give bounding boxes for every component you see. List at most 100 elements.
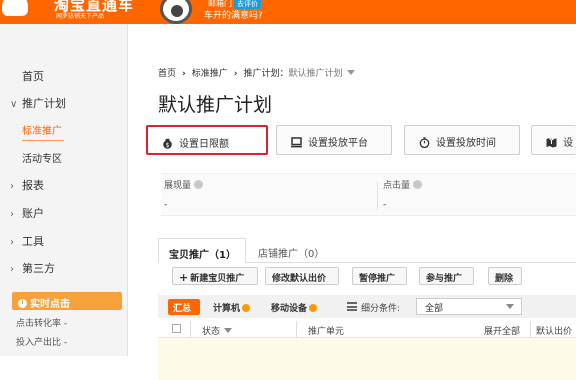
click-conversion-rate: 点击转化率 - bbox=[16, 319, 68, 329]
chevron-right-icon: › bbox=[233, 69, 238, 79]
computer-tab[interactable]: 计算机 bbox=[208, 299, 264, 315]
map-icon bbox=[546, 137, 557, 148]
roi-row: 投入产出比 - bbox=[16, 338, 68, 348]
button-label: 设 bbox=[563, 138, 573, 149]
sidebar-item-home[interactable]: 首页 bbox=[10, 68, 44, 84]
info-dot-icon bbox=[242, 304, 251, 312]
set-time-button[interactable]: 设置投放时间 bbox=[404, 125, 520, 155]
realtime-title: 实时点击 bbox=[30, 299, 70, 310]
segment-label: 计算机 bbox=[213, 304, 241, 314]
button-label: 设置投放平台 bbox=[308, 138, 368, 149]
clicks-value: - bbox=[383, 200, 387, 210]
help-icon[interactable] bbox=[413, 180, 423, 189]
monitor-icon bbox=[291, 137, 302, 148]
sidebar-item-standard-promo[interactable]: 标准推广 bbox=[22, 122, 62, 137]
impressions-value: - bbox=[164, 200, 168, 210]
breadcrumb-plan-name[interactable]: 默认推广计划 bbox=[288, 69, 342, 79]
clock-icon bbox=[18, 299, 27, 308]
money-bag-icon: $ bbox=[163, 138, 172, 149]
divider bbox=[377, 182, 378, 210]
chevron-down-icon[interactable] bbox=[346, 70, 355, 75]
sidebar-item-label: 推广计划 bbox=[22, 97, 66, 110]
sidebar-item-tools[interactable]: › 工具 bbox=[10, 233, 44, 249]
sidebar-item-label: 账户 bbox=[22, 207, 44, 220]
chevron-right-icon: › bbox=[182, 69, 186, 79]
clicks-label: 点击量 bbox=[383, 181, 411, 191]
join-promo-button[interactable]: 参与推广 bbox=[419, 267, 474, 285]
main-content: 首页 › 标准推广 › 推广计划：默认推广计划 默认推广计划 $ 设置日限额 设置投放平台… bbox=[128, 24, 576, 380]
svg-text:$: $ bbox=[166, 142, 170, 149]
chevron-down-icon: ∨ bbox=[10, 99, 18, 110]
edit-default-bid-button[interactable]: 修改默认出价 bbox=[265, 267, 339, 285]
chevron-right-icon: › bbox=[10, 264, 14, 275]
column-label: 状态 bbox=[202, 327, 221, 337]
button-label: 新建宝贝推广 bbox=[190, 274, 245, 284]
impressions-stat: 展现量 - bbox=[164, 178, 204, 210]
sidebar-item-label: 工具 bbox=[22, 235, 44, 248]
sidebar-item-activity-zone[interactable]: 活动专区 bbox=[22, 150, 62, 165]
chevron-right-icon: › bbox=[10, 181, 14, 192]
mobile-tab[interactable]: 移动设备 bbox=[266, 299, 334, 315]
table-body bbox=[158, 338, 576, 380]
chevron-right-icon: › bbox=[10, 209, 14, 220]
sidebar: 首页 ∨ 推广计划 标准推广 活动专区 › 报表 › 账户 › 工具 › 第三方 实时点击… bbox=[0, 24, 128, 356]
sidebar-item-third-party[interactable]: › 第三方 bbox=[10, 260, 55, 276]
summary-tab[interactable]: 汇总 bbox=[168, 299, 200, 315]
default-bid-column-header: 默认出价 bbox=[536, 327, 573, 337]
new-product-promo-button[interactable]: + 新建宝贝推广 bbox=[172, 267, 258, 285]
help-icon[interactable] bbox=[194, 180, 204, 189]
promo-question[interactable]: 车开的满意吗? bbox=[204, 8, 263, 21]
sidebar-item-label: 标准推广 bbox=[22, 126, 62, 137]
select-value: 全部 bbox=[425, 304, 444, 314]
chevron-down-icon bbox=[506, 304, 514, 309]
chevron-right-icon: › bbox=[10, 237, 14, 248]
logo-icon bbox=[2, 0, 28, 16]
sidebar-item-label: 第三方 bbox=[22, 262, 55, 275]
clicks-stat: 点击量 - bbox=[383, 178, 423, 210]
plus-icon: + bbox=[179, 271, 189, 284]
set-region-button[interactable]: 设 bbox=[531, 125, 576, 155]
divider bbox=[190, 321, 191, 337]
list-icon bbox=[347, 302, 357, 311]
sidebar-item-label: 活动专区 bbox=[22, 154, 62, 165]
table-header: 状态 推广单元 展开全部 默认出价 bbox=[158, 320, 576, 338]
select-all-checkbox[interactable] bbox=[172, 324, 181, 333]
set-platform-button[interactable]: 设置投放平台 bbox=[276, 125, 392, 155]
mascot-icon[interactable] bbox=[160, 0, 192, 24]
unit-column-header: 推广单元 bbox=[308, 327, 345, 337]
stopwatch-icon bbox=[419, 137, 430, 148]
pause-promo-button[interactable]: 暂停推广 bbox=[352, 267, 407, 285]
filter-condition-label: 细分条件: bbox=[361, 304, 401, 314]
active-underline bbox=[22, 140, 64, 141]
tab-product-promo[interactable]: 宝贝推广（1） bbox=[158, 238, 246, 263]
top-banner: 淘宝直通车 网罗热销天下产品 邮箱门 去评价 车开的满意吗? bbox=[0, 0, 576, 24]
segment-label: 移动设备 bbox=[271, 304, 308, 314]
sidebar-item-label: 首页 bbox=[22, 70, 44, 83]
breadcrumb-home[interactable]: 首页 bbox=[158, 69, 176, 79]
set-daily-limit-button[interactable]: $ 设置日限额 bbox=[146, 125, 268, 155]
breadcrumb: 首页 › 标准推广 › 推广计划：默认推广计划 bbox=[158, 66, 355, 79]
stats-panel: 展现量 - 点击量 - bbox=[161, 173, 576, 216]
chevron-down-icon bbox=[224, 328, 233, 333]
divider bbox=[530, 321, 531, 337]
status-column-header[interactable]: 状态 bbox=[202, 324, 233, 337]
realtime-clicks-header[interactable]: 实时点击 bbox=[12, 292, 122, 310]
condition-select[interactable]: 全部 bbox=[416, 298, 522, 315]
breadcrumb-standard-promo[interactable]: 标准推广 bbox=[192, 69, 228, 79]
promo-text: 邮箱门 bbox=[208, 0, 232, 8]
sidebar-item-reports[interactable]: › 报表 bbox=[10, 177, 44, 193]
page-title: 默认推广计划 bbox=[158, 94, 273, 116]
button-label: 设置投放时间 bbox=[436, 138, 496, 149]
info-dot-icon bbox=[309, 304, 318, 312]
impressions-label: 展现量 bbox=[164, 181, 192, 191]
sidebar-item-promo-plan[interactable]: ∨ 推广计划 bbox=[10, 95, 66, 111]
divider bbox=[296, 321, 297, 337]
expand-all-link[interactable]: 展开全部 bbox=[484, 324, 520, 337]
button-label: 设置日限额 bbox=[179, 139, 229, 150]
tab-shop-promo[interactable]: 店铺推广（0） bbox=[248, 238, 336, 263]
delete-button[interactable]: 删除 bbox=[488, 267, 522, 285]
sidebar-item-label: 报表 bbox=[22, 179, 44, 192]
logo-subtitle: 网罗热销天下产品 bbox=[56, 13, 105, 20]
sidebar-item-account[interactable]: › 账户 bbox=[10, 205, 44, 221]
breadcrumb-plan-prefix: 推广计划： bbox=[243, 69, 289, 79]
